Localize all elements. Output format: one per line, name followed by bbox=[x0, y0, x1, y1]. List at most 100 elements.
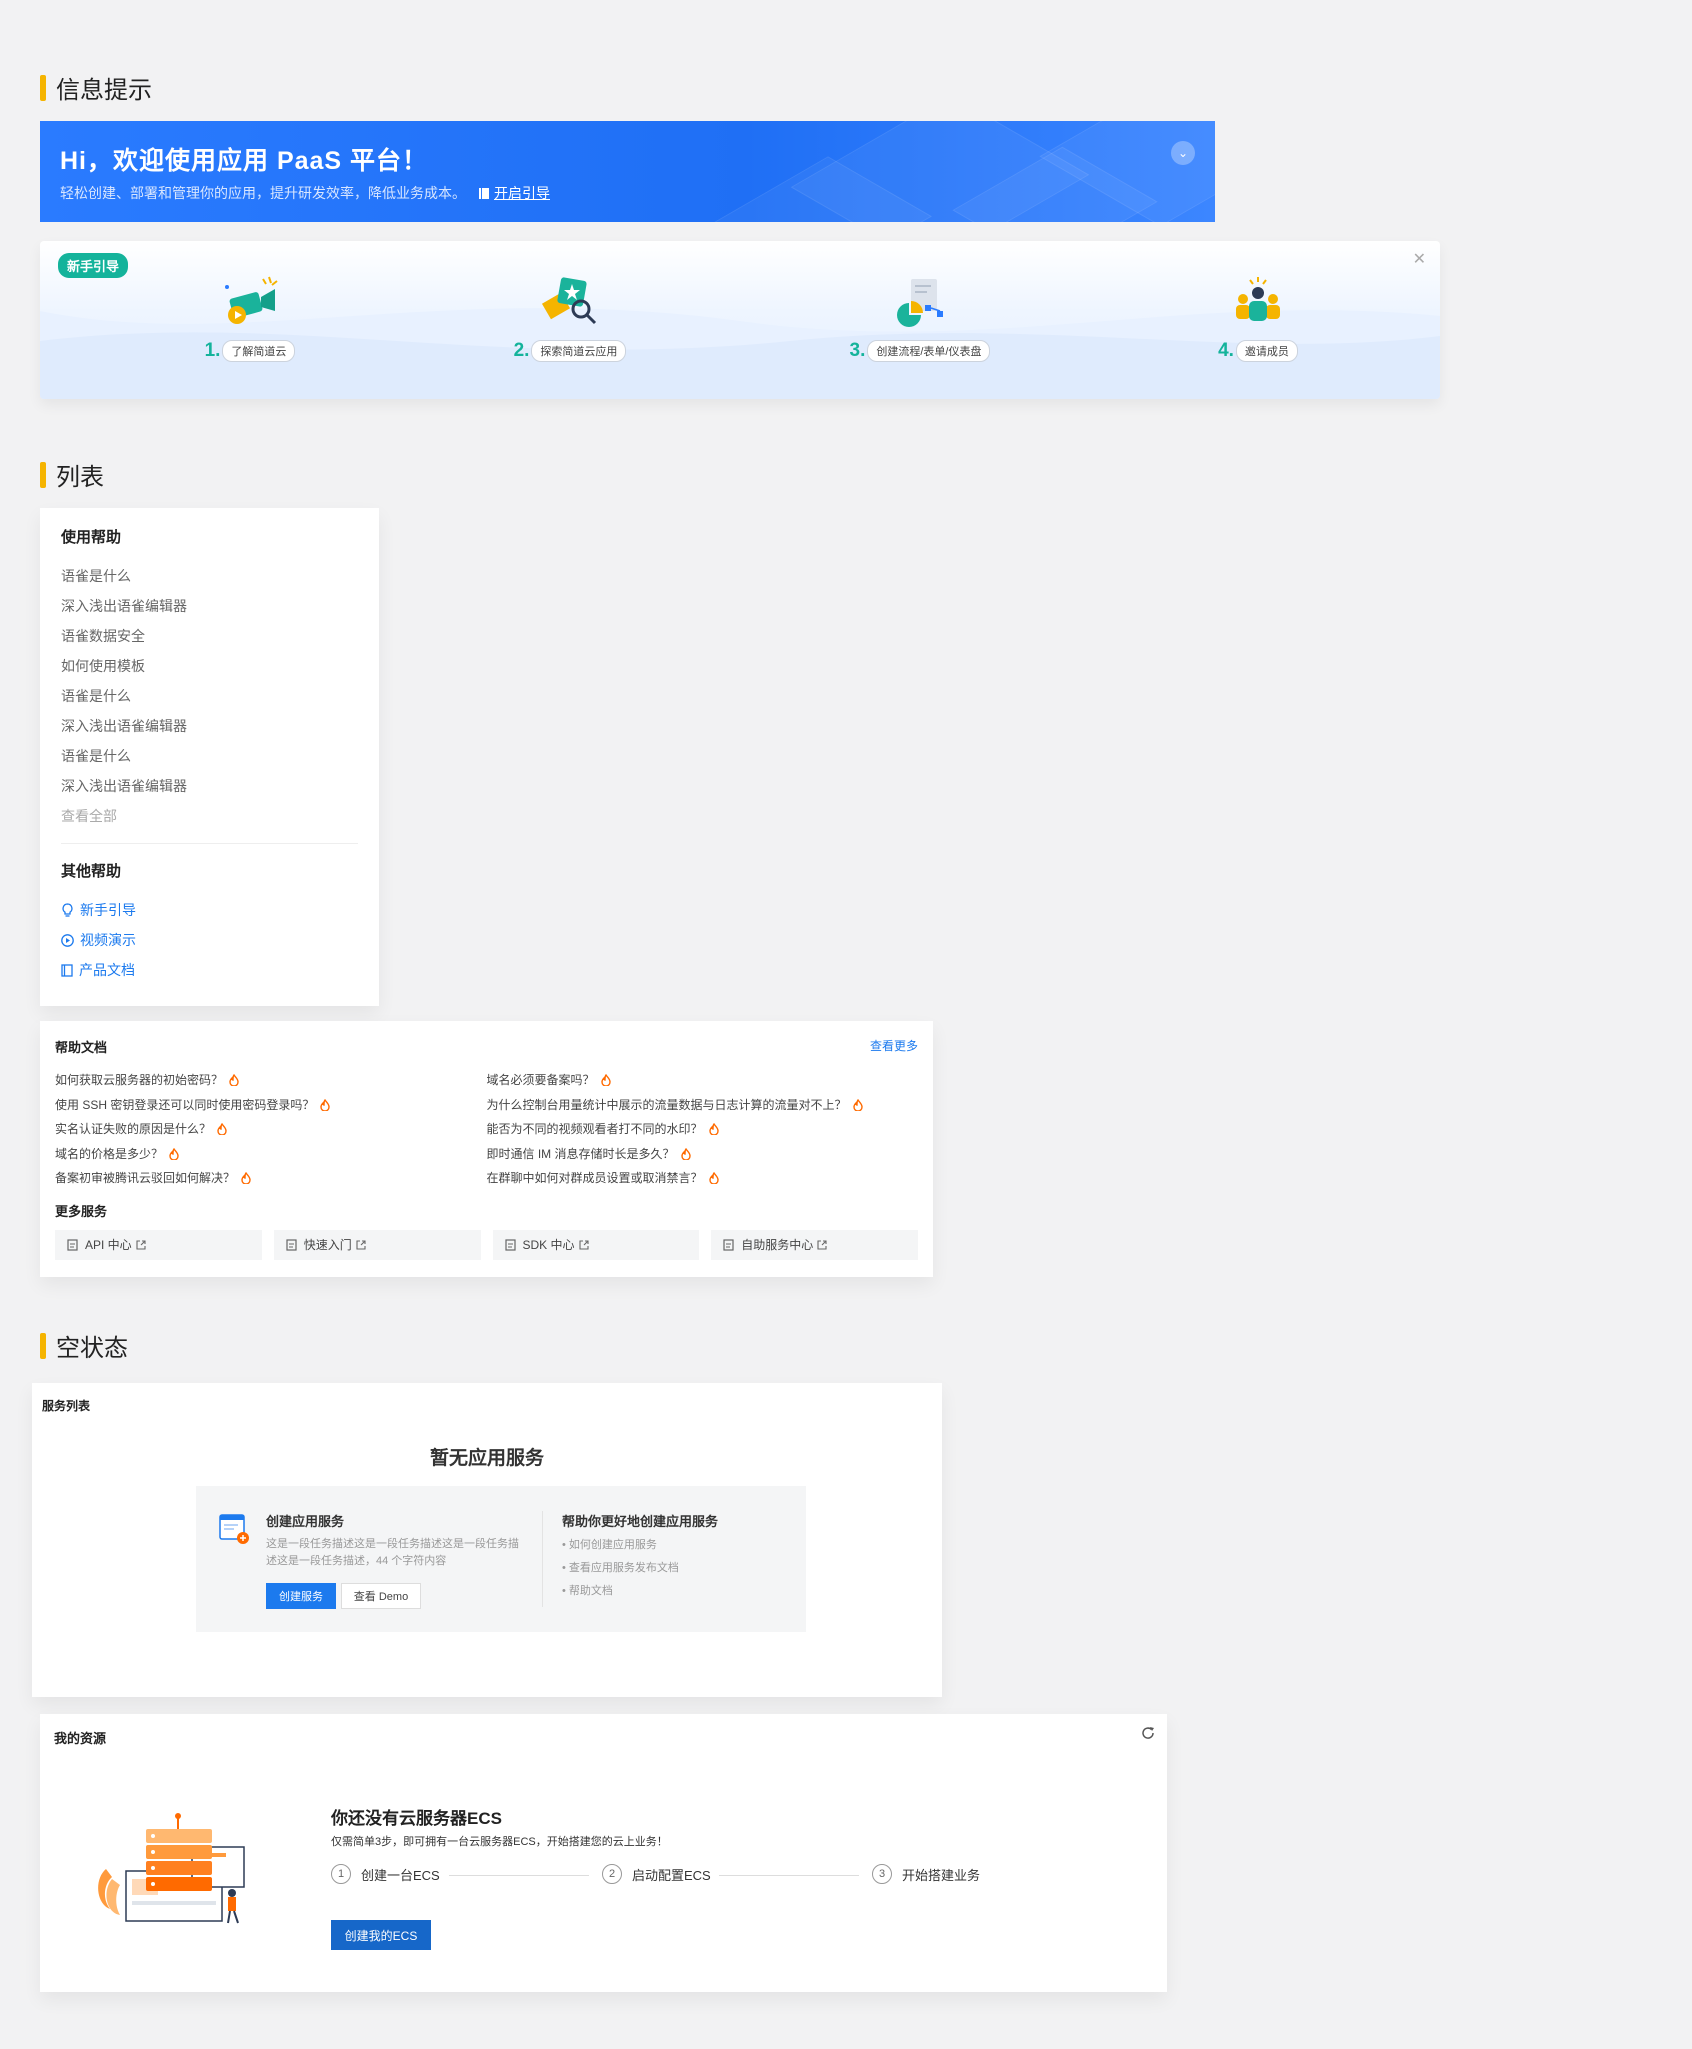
section-marker bbox=[40, 461, 46, 488]
list-item[interactable]: 语雀数据安全 bbox=[61, 621, 358, 651]
doc-question[interactable]: 在群聊中如何对群成员设置或取消禁言？ bbox=[487, 1166, 919, 1191]
empty-title: 暂无应用服务 bbox=[429, 1448, 544, 1469]
doc-question[interactable]: 如何获取云服务器的初始密码？ bbox=[55, 1068, 487, 1093]
docs-title: 帮助文档 bbox=[55, 1040, 108, 1055]
help-create-heading: 帮助你更好地创建应用服务 bbox=[562, 1514, 719, 1529]
other-help-guide[interactable]: 新手引导 bbox=[61, 895, 358, 925]
section-title-list: 列表 bbox=[40, 457, 104, 492]
guide-step-label: 邀请成员 bbox=[1235, 340, 1298, 362]
setup-steps: 1 创建一台ECS 2 启动配置ECS 3 开始搭建业务 bbox=[331, 1864, 991, 1888]
fire-icon bbox=[241, 1172, 251, 1185]
close-icon[interactable]: ✕ bbox=[1413, 249, 1426, 269]
resources-desc: 仅需简单3步，即可拥有一台云服务器ECS，开始搭建您的云上业务！ bbox=[331, 1836, 668, 1848]
setup-step-1: 1 创建一台ECS bbox=[331, 1864, 440, 1884]
step-connector bbox=[449, 1875, 589, 1876]
fire-icon bbox=[708, 1172, 719, 1185]
create-service-button[interactable]: 创建服务 bbox=[266, 1583, 336, 1609]
section-title-empty: 空状态 bbox=[40, 1328, 128, 1363]
welcome-banner: Hi，欢迎使用应用 PaaS 平台！ 轻松创建、部署和管理你的应用，提升研发效率… bbox=[40, 121, 1215, 222]
fire-icon bbox=[217, 1123, 227, 1136]
refresh-icon[interactable] bbox=[1141, 1726, 1155, 1740]
other-help-video[interactable]: 视频演示 bbox=[61, 925, 358, 955]
guide-tag: 新手引导 bbox=[58, 253, 129, 278]
service-quick-start[interactable]: 快速入门 bbox=[273, 1229, 481, 1260]
guide-step-3[interactable]: 3. 创建流程/表单/仪表盘 bbox=[840, 271, 1000, 362]
book-icon bbox=[61, 963, 73, 977]
chevron-down-icon[interactable]: ⌄ bbox=[1171, 141, 1195, 165]
section-title-info: 信息提示 bbox=[40, 70, 152, 105]
section-marker bbox=[40, 74, 46, 101]
more-services-title: 更多服务 bbox=[55, 1203, 108, 1219]
help-docs-card: 帮助文档 查看更多 如何获取云服务器的初始密码？ 使用 SSH 密钥登录还可以同… bbox=[40, 1021, 933, 1277]
guide-step-label: 了解简道云 bbox=[222, 340, 296, 362]
doc-question[interactable]: 域名的价格是多少？ bbox=[55, 1142, 487, 1167]
book-icon bbox=[479, 187, 489, 199]
fire-icon bbox=[680, 1147, 691, 1160]
external-link-icon bbox=[578, 1239, 589, 1250]
help-link[interactable]: • 帮助文档 bbox=[562, 1582, 613, 1598]
setup-step-2: 2 启动配置ECS bbox=[602, 1864, 711, 1884]
list-item[interactable]: 语雀是什么 bbox=[61, 681, 358, 711]
list-item[interactable]: 语雀是什么 bbox=[61, 561, 358, 591]
doc-question[interactable]: 为什么控制台用量统计中展示的流量数据与日志计算的流量对不上？ bbox=[487, 1093, 919, 1118]
external-link-icon bbox=[356, 1239, 366, 1250]
list-item[interactable]: 深入浅出语雀编辑器 bbox=[61, 771, 358, 801]
resources-heading: 你还没有云服务器ECS bbox=[331, 1809, 502, 1828]
fire-icon bbox=[708, 1123, 719, 1136]
docs-right-column: 域名必须要备案吗？ 为什么控制台用量统计中展示的流量数据与日志计算的流量对不上？… bbox=[487, 1068, 919, 1191]
fire-icon bbox=[169, 1147, 179, 1160]
lightbulb-icon bbox=[62, 903, 73, 917]
list-item[interactable]: 深入浅出语雀编辑器 bbox=[61, 711, 358, 741]
guide-step-label: 创建流程/表单/仪表盘 bbox=[867, 340, 991, 362]
service-self-help[interactable]: 自助服务中心 bbox=[711, 1229, 918, 1260]
create-service-desc: 这是一段任务描述这是一段任务描述这是一段任务描述这是一段任务描述，44 个字符内… bbox=[266, 1538, 519, 1567]
guide-step-2[interactable]: 2. 探索简道云应用 bbox=[490, 271, 650, 362]
fire-icon bbox=[320, 1098, 331, 1111]
service-list-title: 服务列表 bbox=[42, 1399, 91, 1413]
other-help-docs[interactable]: 产品文档 bbox=[61, 955, 358, 985]
banner-title: Hi，欢迎使用应用 PaaS 平台！ bbox=[60, 147, 429, 175]
service-api-center[interactable]: API 中心 bbox=[55, 1229, 262, 1260]
view-all-link[interactable]: 查看全部 bbox=[61, 801, 358, 831]
vertical-divider bbox=[542, 1511, 543, 1607]
list-item[interactable]: 深入浅出语雀编辑器 bbox=[61, 591, 358, 621]
service-sdk-center[interactable]: SDK 中心 bbox=[492, 1229, 700, 1260]
divider bbox=[61, 843, 358, 844]
help-link[interactable]: • 查看应用服务发布文档 bbox=[562, 1559, 679, 1575]
doc-question[interactable]: 即时通信 IM 消息存储时长是多久？ bbox=[487, 1142, 919, 1167]
doc-question[interactable]: 使用 SSH 密钥登录还可以同时使用密码登录吗？ bbox=[55, 1093, 487, 1118]
list-item[interactable]: 如何使用模板 bbox=[61, 651, 358, 681]
help-link[interactable]: • 如何创建应用服务 bbox=[562, 1536, 657, 1552]
view-more-link[interactable]: 查看更多 bbox=[870, 1037, 918, 1056]
view-demo-button[interactable]: 查看 Demo bbox=[341, 1583, 421, 1609]
start-guide-link[interactable]: 开启引导 bbox=[478, 183, 550, 203]
setup-step-3: 3 开始搭建业务 bbox=[872, 1864, 980, 1884]
external-link-icon bbox=[136, 1239, 146, 1250]
doc-question[interactable]: 能否为不同的视频观看者打不同的水印？ bbox=[487, 1117, 919, 1142]
play-circle-icon bbox=[61, 933, 74, 947]
guide-step-1[interactable]: 1. 了解简道云 bbox=[170, 271, 330, 362]
fire-icon bbox=[852, 1098, 863, 1111]
list-item[interactable]: 语雀是什么 bbox=[61, 741, 358, 771]
doc-question[interactable]: 域名必须要备案吗？ bbox=[487, 1068, 919, 1093]
doc-question[interactable]: 备案初审被腾讯云驳回如何解决？ bbox=[55, 1166, 487, 1191]
dashboard-icon bbox=[897, 279, 943, 327]
other-help-title: 其他帮助 bbox=[61, 863, 122, 880]
step-connector bbox=[719, 1875, 859, 1876]
service-list-card: 服务列表 暂无应用服务 创建应用服务 这是一段任务描述这是一段任务描述这是一段任… bbox=[32, 1383, 942, 1697]
create-app-icon bbox=[219, 1514, 249, 1544]
search-app-icon bbox=[541, 277, 597, 325]
usage-help-card: 使用帮助 语雀是什么 深入浅出语雀编辑器 语雀数据安全 如何使用模板 语雀是什么… bbox=[40, 508, 379, 1006]
document-icon bbox=[723, 1238, 734, 1251]
docs-left-column: 如何获取云服务器的初始密码？ 使用 SSH 密钥登录还可以同时使用密码登录吗？ … bbox=[55, 1068, 487, 1191]
document-icon bbox=[286, 1238, 297, 1251]
resources-title: 我的资源 bbox=[54, 1731, 107, 1746]
section-marker bbox=[40, 1332, 46, 1359]
guide-step-label: 探索简道云应用 bbox=[531, 340, 627, 362]
create-ecs-button[interactable]: 创建我的ECS bbox=[331, 1920, 431, 1950]
banner-subtitle: 轻松创建、部署和管理你的应用，提升研发效率，降低业务成本。 开启引导 bbox=[60, 183, 550, 203]
create-service-heading: 创建应用服务 bbox=[266, 1514, 345, 1529]
guide-step-4[interactable]: 4. 邀请成员 bbox=[1178, 271, 1338, 362]
external-link-icon bbox=[817, 1239, 827, 1250]
doc-question[interactable]: 实名认证失败的原因是什么？ bbox=[55, 1117, 487, 1142]
